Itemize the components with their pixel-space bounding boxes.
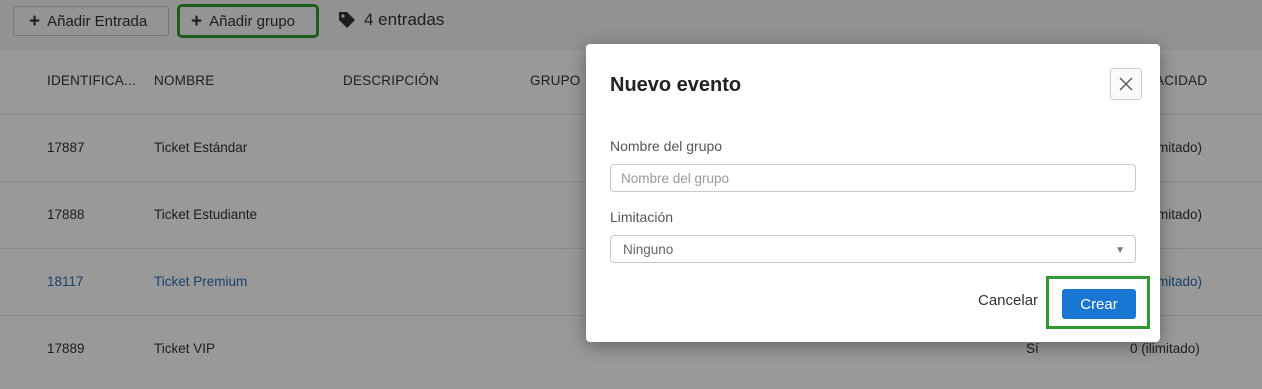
dialog-title: Nuevo evento	[610, 74, 742, 96]
cancel-button[interactable]: Cancelar	[978, 292, 1038, 309]
close-icon	[1119, 77, 1133, 91]
chevron-down-icon: ▼	[1115, 245, 1125, 256]
limitation-select[interactable]: Ninguno ▼	[610, 235, 1136, 263]
group-name-input[interactable]	[610, 164, 1136, 192]
group-name-label: Nombre del grupo	[610, 138, 723, 154]
create-button-highlight: Crear	[1046, 276, 1150, 329]
create-button[interactable]: Crear	[1062, 289, 1136, 319]
close-button[interactable]	[1110, 68, 1142, 100]
new-group-dialog: Nuevo evento Nombre del grupo Limitación…	[586, 44, 1160, 342]
limitation-value: Ninguno	[623, 241, 674, 257]
limitation-label: Limitación	[610, 209, 674, 225]
